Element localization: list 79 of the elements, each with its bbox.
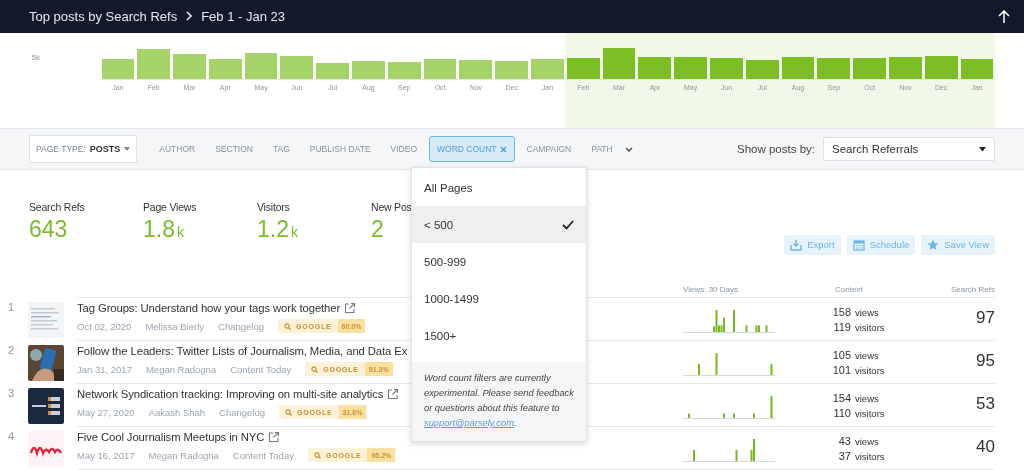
author-name: Melissa Bierly <box>145 320 204 332</box>
section-name: Content Today <box>232 449 294 461</box>
author-name: Megan Radogna <box>145 363 217 375</box>
menu-note: Word count filters are currently experimental. Please send feedback or questions about this feature to support@parsely.com. <box>412 362 586 441</box>
row-rank: 2 <box>6 343 14 358</box>
download-icon <box>790 238 803 251</box>
page-type-dropdown[interactable]: PAGE TYPE: POSTS <box>29 135 138 164</box>
calendar-icon <box>852 238 865 251</box>
section-name: Changelog <box>218 320 264 332</box>
row-rank: 1 <box>6 300 14 315</box>
search-refs-value: 40 <box>975 436 995 458</box>
count-value: 101 <box>831 363 851 376</box>
star-icon <box>927 238 940 251</box>
metric-value: 2 <box>371 215 384 243</box>
column-header: Views: 30 Days <box>683 285 739 294</box>
search-icon <box>313 451 321 459</box>
checkmark-icon <box>562 219 574 230</box>
publish-date: May 16, 2017 <box>77 449 135 461</box>
author-name: Megan Radogna <box>148 449 219 461</box>
count-value: 154 <box>831 391 851 404</box>
count-unit: visitors <box>855 321 885 333</box>
post-title-link[interactable]: Follow the Leaders: Twitter Lists of Journalism, Media, and Data Ex <box>77 345 408 357</box>
menu-option[interactable]: 500-999 <box>412 243 586 280</box>
post-title-link[interactable]: Network Syndication tracking: Improving on multi-site analytics <box>77 388 384 400</box>
row-rank: 4 <box>6 429 14 444</box>
count-value: 37 <box>837 449 851 462</box>
metric-unit: k <box>177 223 184 240</box>
metric-label: Page Views <box>143 200 198 213</box>
column-header: Context <box>834 285 864 294</box>
count-unit: views <box>855 435 879 447</box>
arrow-up-icon[interactable] <box>997 8 1011 24</box>
metric-label: Visitors <box>257 200 291 213</box>
menu-option[interactable]: < 500 <box>412 206 586 243</box>
menu-option[interactable]: 1000-1499 <box>412 280 586 317</box>
publish-date: Jan 31, 2017 <box>77 363 132 375</box>
post-title-link[interactable]: Tag Groups: Understand how your tags work together <box>77 302 341 314</box>
metric-label: New Pos <box>371 200 413 213</box>
count-value: 105 <box>831 348 851 361</box>
page-title: Top posts by Search Refs <box>29 8 178 24</box>
metric-value: 643 <box>29 215 68 243</box>
caret-down-icon <box>124 147 131 152</box>
section-name: Content Today <box>230 363 292 375</box>
search-icon <box>285 408 293 416</box>
count-unit: visitors <box>855 364 885 376</box>
search-refs-value: 95 <box>975 350 995 372</box>
count-value: 119 <box>832 320 851 333</box>
chevron-down-icon[interactable] <box>624 146 633 152</box>
metric-label: Search Refs <box>29 200 86 213</box>
count-unit: views <box>855 392 879 404</box>
count-value: 158 <box>831 305 851 318</box>
publish-date: May 27, 2020 <box>77 406 135 418</box>
caret-down-icon <box>979 146 986 152</box>
menu-option[interactable]: All Pages <box>412 169 586 206</box>
axis-tick-label: 5k <box>31 52 40 62</box>
count-value: 43 <box>837 434 851 447</box>
count-unit: views <box>855 306 879 318</box>
show-posts-label: Show posts by: <box>737 143 815 156</box>
search-refs-value: 53 <box>975 393 995 415</box>
menu-option[interactable]: 1500+ <box>412 317 586 354</box>
search-refs-value: 97 <box>975 307 995 329</box>
count-unit: visitors <box>855 407 885 419</box>
section-name: Changelog <box>219 406 266 418</box>
column-header: Search Refs <box>949 285 995 294</box>
chevron-right-icon <box>185 10 194 23</box>
count-unit: views <box>855 349 879 361</box>
metric-dropdown[interactable]: Search Referrals <box>823 137 995 162</box>
publish-date: Oct 02, 2020 <box>77 320 132 332</box>
search-icon <box>311 365 319 373</box>
date-range[interactable]: Feb 1 - Jan 23 <box>201 8 285 24</box>
count-value: 110 <box>832 406 851 419</box>
metric-value: 1.8 <box>143 215 175 243</box>
metric-value: 1.2 <box>257 215 289 243</box>
count-unit: visitors <box>855 450 885 462</box>
author-name: Aakash Shah <box>148 406 206 418</box>
search-icon <box>284 322 291 330</box>
row-rank: 3 <box>6 386 14 401</box>
metric-unit: k <box>291 223 298 240</box>
post-title-link[interactable]: Five Cool Journalism Meetups in NYC <box>77 431 265 443</box>
close-icon <box>499 145 507 153</box>
